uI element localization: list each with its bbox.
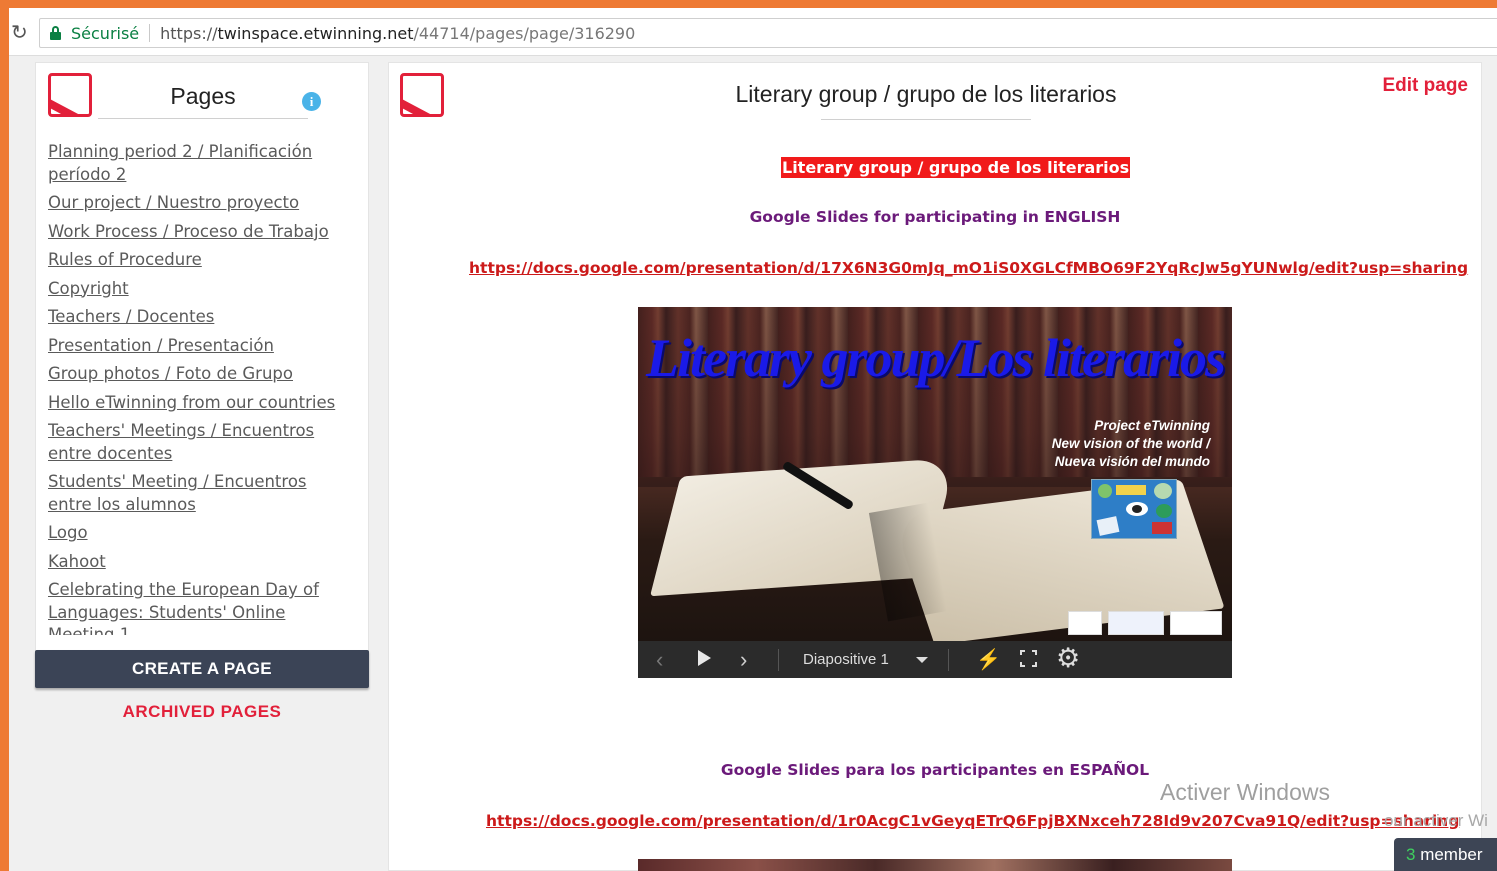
page-link-teachers-meetings[interactable]: Teachers' Meetings / Encuentros entre do… (48, 420, 348, 465)
page-link-our-project[interactable]: Our project / Nuestro proyecto (48, 192, 348, 215)
project-collage-image (1091, 479, 1177, 539)
page-link-work-process[interactable]: Work Process / Proceso de Trabajo (48, 221, 348, 244)
pages-title: Pages (170, 83, 236, 109)
url-protocol: https:// (160, 23, 218, 43)
highlighted-title: Literary group / grupo de los literarios (781, 157, 1131, 178)
slide-subtitle: Project eTwinning New vision of the worl… (1052, 417, 1210, 471)
page-list: Planning period 2 / Planificación períod… (48, 141, 348, 635)
slides-spanish-heading: Google Slides para los participantes en … (720, 761, 1150, 779)
edit-page-link[interactable]: Edit page (1382, 75, 1468, 97)
pages-sidebar: Pages i Planning period 2 / Planificació… (35, 62, 369, 688)
url-path: /44714/pages/page/316290 (413, 23, 636, 43)
members-label: member (1415, 845, 1483, 864)
page-link-copyright[interactable]: Copyright (48, 278, 348, 301)
slides-embed-english[interactable]: Literary group/Los literarios Project eT… (638, 307, 1232, 678)
slides-spanish-link[interactable]: https://docs.google.com/presentation/d/1… (486, 812, 1459, 830)
page-link-rules[interactable]: Rules of Procedure (48, 249, 348, 272)
page-content: Literary group / grupo de los literarios… (388, 62, 1482, 871)
gear-icon[interactable]: ⚙ (1056, 643, 1080, 674)
bolt-icon[interactable]: ⚡ (976, 647, 1001, 672)
url-host: twinspace.etwinning.net (217, 23, 414, 43)
pages-header: Pages i (98, 77, 321, 119)
slide-subtitle-line-2: New vision of the world / (1051, 436, 1210, 451)
title-underline (821, 119, 1031, 120)
page-link-hello-etwinning[interactable]: Hello eTwinning from our countries (48, 392, 348, 415)
controls-divider (778, 649, 779, 671)
fullscreen-icon[interactable] (1019, 649, 1038, 668)
next-slide-icon[interactable]: › (740, 647, 747, 673)
archived-pages-link[interactable]: ARCHIVED PAGES (35, 702, 369, 722)
slide-image: Literary group/Los literarios Project eT… (638, 307, 1232, 641)
slides-embed-spanish[interactable] (638, 859, 1232, 871)
page-link-teachers[interactable]: Teachers / Docentes (48, 306, 348, 329)
page-link-kahoot[interactable]: Kahoot (48, 551, 348, 574)
page-link-group-photos[interactable]: Group photos / Foto de Grupo (48, 363, 348, 386)
address-separator (149, 24, 151, 42)
url-text[interactable]: https://twinspace.etwinning.net/44714/pa… (160, 24, 635, 43)
slide-subtitle-line-1: Project eTwinning (1094, 418, 1210, 433)
slide-number-label[interactable]: Diapositive 1 (803, 651, 889, 668)
page-link-presentation[interactable]: Presentation / Presentación (48, 335, 348, 358)
controls-divider (948, 649, 949, 671)
play-icon[interactable] (698, 650, 711, 666)
prev-slide-icon[interactable]: ‹ (656, 647, 663, 673)
windows-activation-subtext: our activer Wi (1384, 811, 1488, 830)
reload-icon[interactable]: ↻ (11, 20, 28, 44)
members-badge[interactable]: 3 member (1394, 838, 1497, 871)
partner-logos (1068, 611, 1224, 637)
slide-title: Literary group/Los literarios (645, 328, 1226, 388)
slides-english-heading: Google Slides for participating in ENGLI… (749, 208, 1121, 226)
lock-icon (50, 26, 61, 40)
caret-down-icon[interactable] (916, 657, 928, 663)
page-link-planning[interactable]: Planning period 2 / Planificación períod… (48, 141, 348, 186)
create-page-button[interactable]: CREATE A PAGE (35, 650, 369, 688)
etwinning-logo-icon (48, 73, 92, 117)
info-icon[interactable]: i (302, 92, 321, 111)
slide-subtitle-line-3: Nueva visión del mundo (1054, 454, 1210, 469)
page-link-logo[interactable]: Logo (48, 522, 348, 545)
window-frame-left (0, 0, 9, 871)
window-frame-top (0, 0, 1497, 8)
slides-english-link[interactable]: https://docs.google.com/presentation/d/1… (469, 259, 1468, 277)
page-title: Literary group / grupo de los literarios (735, 81, 1117, 107)
page-link-european-day[interactable]: Celebrating the European Day of Language… (48, 579, 348, 635)
page-link-students-meeting[interactable]: Students' Meeting / Encuentros entre los… (48, 471, 348, 516)
address-bar[interactable]: Sécurisé https://twinspace.etwinning.net… (39, 18, 1497, 48)
windows-activation-watermark: Activer Windows (1160, 779, 1330, 805)
browser-toolbar: ↻ Sécurisé https://twinspace.etwinning.n… (9, 8, 1497, 56)
secure-label: Sécurisé (71, 23, 140, 43)
slide-controls: ‹ › Diapositive 1 ⚡ ⚙ (638, 641, 1232, 678)
